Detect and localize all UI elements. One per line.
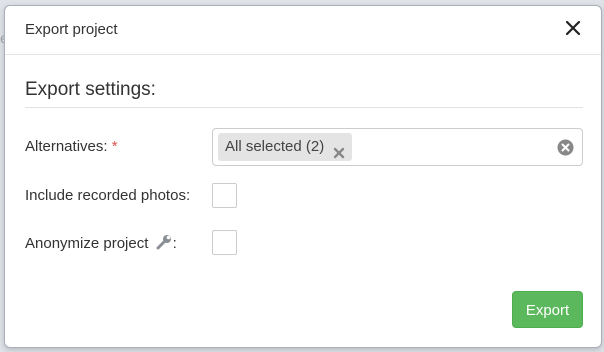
- alternatives-label: Alternatives: *: [25, 138, 118, 155]
- export-project-dialog: Export project Export settings: Alternat…: [4, 5, 602, 348]
- alternatives-label-text: Alternatives:: [25, 138, 108, 155]
- selected-tag: All selected (2): [218, 133, 353, 161]
- anonymize-label-suffix: :: [172, 235, 177, 252]
- selected-tag-label: All selected (2): [225, 138, 325, 155]
- include-photos-checkbox[interactable]: [212, 183, 237, 208]
- modal-title: Export project: [25, 21, 118, 38]
- alternatives-multiselect[interactable]: All selected (2): [212, 128, 583, 166]
- wrench-icon: [155, 234, 173, 254]
- close-button[interactable]: [563, 18, 583, 38]
- x-icon: [334, 147, 345, 159]
- include-photos-label: Include recorded photos:: [25, 187, 191, 204]
- clear-circle-icon: [557, 139, 574, 156]
- section-divider: [25, 107, 583, 108]
- anonymize-label-text: Anonymize project: [25, 235, 149, 252]
- required-marker: *: [111, 138, 118, 155]
- section-heading: Export settings:: [25, 79, 156, 100]
- clear-selection-button[interactable]: [557, 139, 574, 156]
- export-button[interactable]: Export: [512, 291, 583, 328]
- anonymize-label: Anonymize project :: [25, 234, 177, 254]
- tag-remove-button[interactable]: [333, 141, 345, 159]
- modal-header: Export project: [5, 6, 601, 55]
- close-icon: [565, 20, 581, 36]
- anonymize-checkbox[interactable]: [212, 230, 237, 255]
